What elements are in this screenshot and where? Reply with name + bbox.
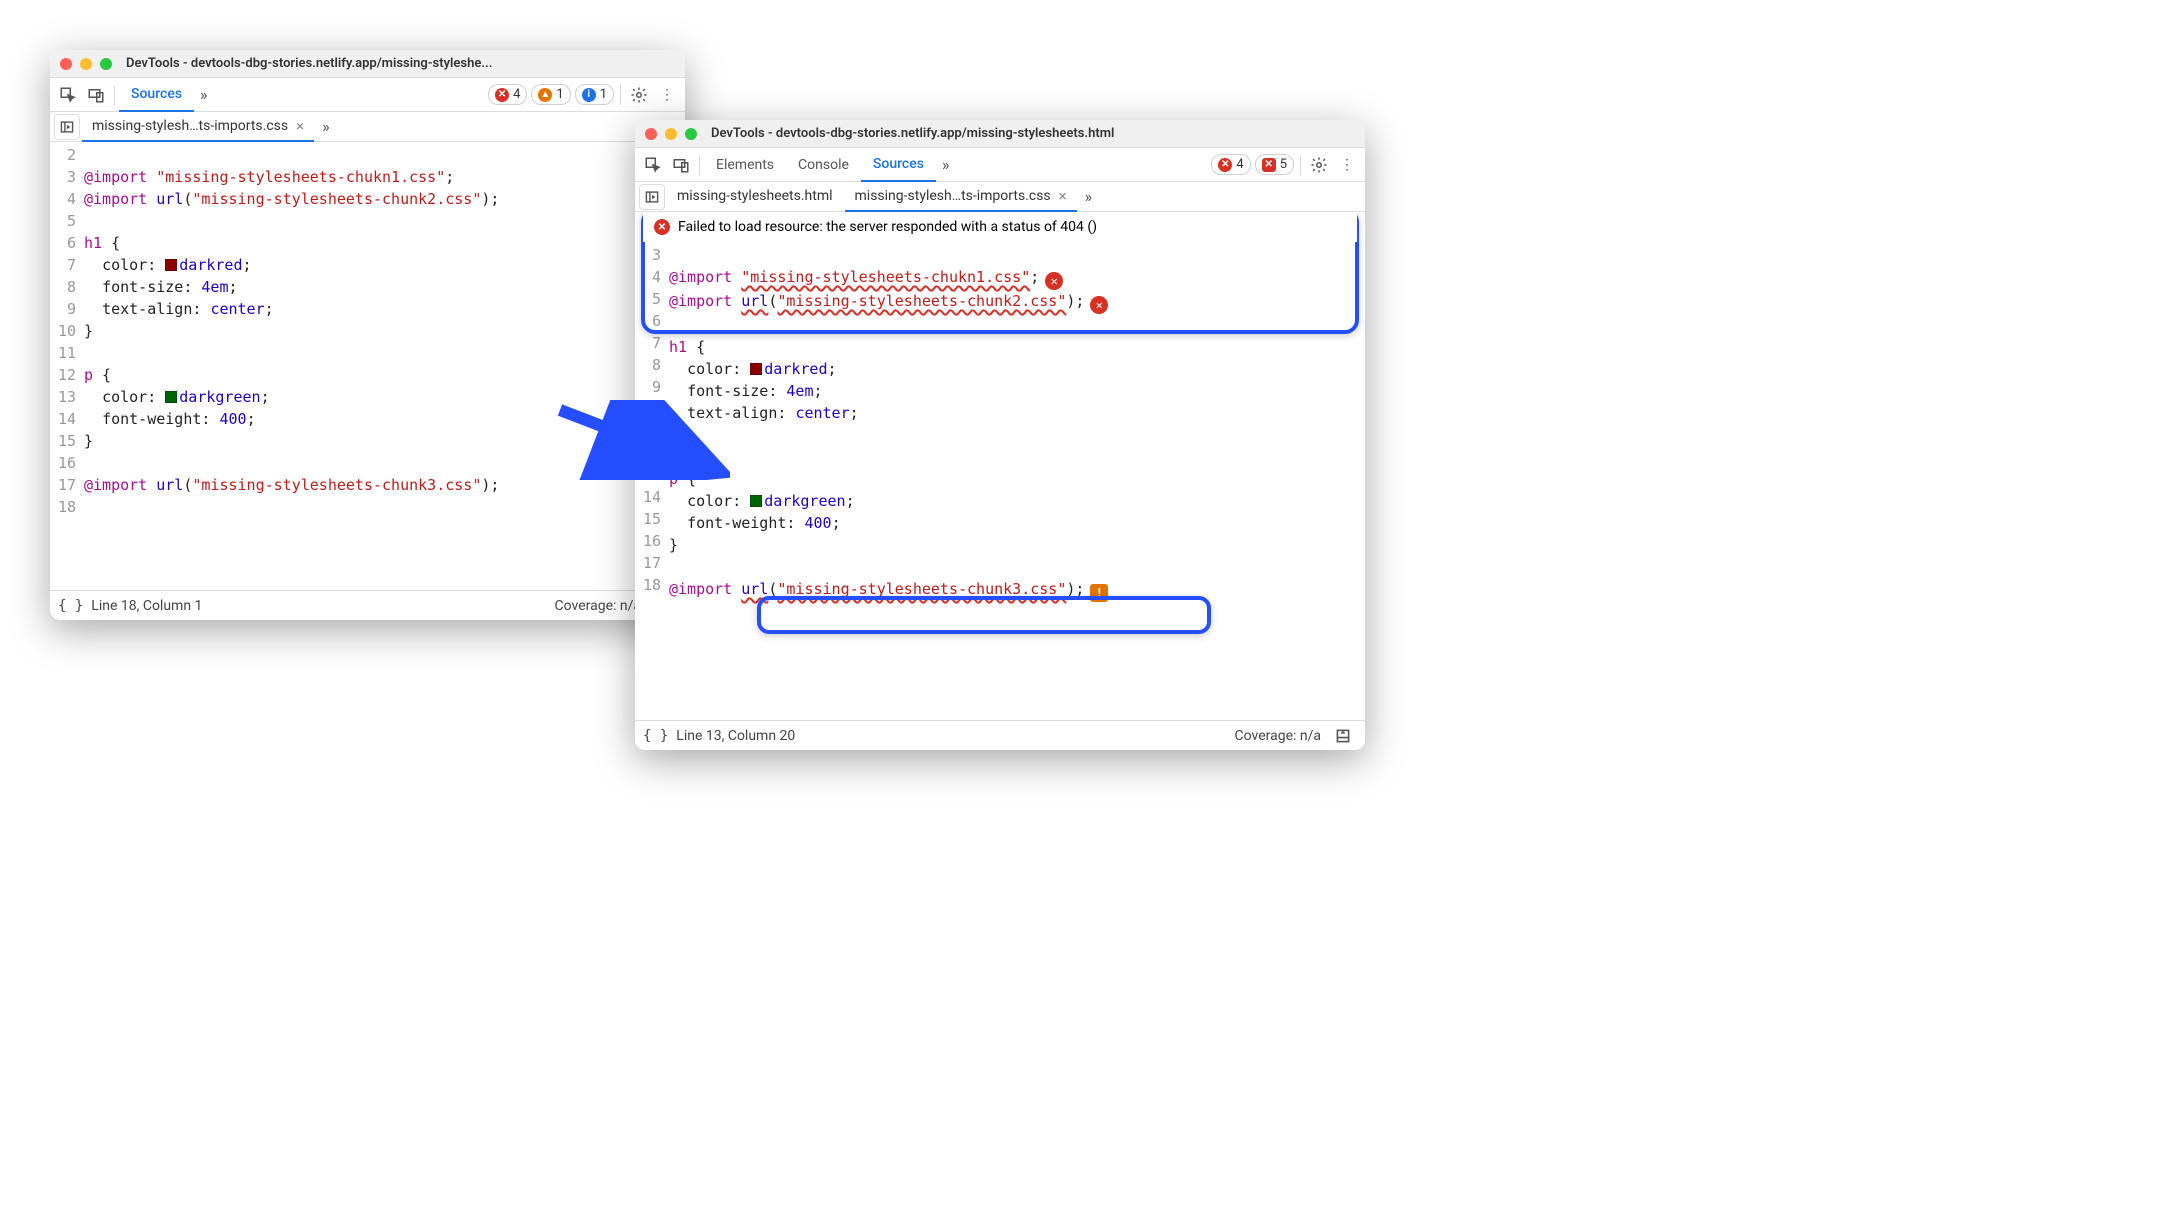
more-tabs-icon[interactable]: » — [194, 85, 214, 104]
inline-error-icon[interactable]: ✕ — [1090, 296, 1108, 314]
arrow-annotation — [550, 400, 730, 484]
device-toolbar-icon[interactable] — [82, 81, 110, 109]
error-tooltip: ✕ Failed to load resource: the server re… — [643, 212, 1357, 242]
close-tab-icon[interactable]: × — [1059, 187, 1067, 205]
drawer-toggle-icon[interactable] — [1329, 722, 1357, 750]
titlebar: DevTools - devtools-dbg-stories.netlify.… — [50, 50, 685, 78]
devtools-window-after: DevTools - devtools-dbg-stories.netlify.… — [635, 120, 1365, 750]
color-swatch-darkred[interactable] — [165, 259, 177, 271]
coverage-label: Coverage: n/a — [555, 598, 641, 614]
device-toolbar-icon[interactable] — [667, 151, 695, 179]
tab-sources[interactable]: Sources — [119, 78, 194, 112]
main-toolbar: Elements Console Sources » ✕4 ✕5 ⋮ — [635, 148, 1365, 182]
more-files-icon[interactable]: » — [316, 117, 336, 136]
inspect-icon[interactable] — [54, 81, 82, 109]
close-icon[interactable] — [60, 58, 72, 70]
file-tab[interactable]: missing-stylesh…ts-imports.css × — [82, 112, 314, 142]
color-swatch-darkgreen[interactable] — [165, 391, 177, 403]
close-icon[interactable] — [645, 128, 657, 140]
file-tabs-row: missing-stylesh…ts-imports.css × » — [50, 112, 685, 142]
tab-sources[interactable]: Sources — [861, 148, 936, 182]
file-tab-label: missing-stylesh…ts-imports.css — [855, 188, 1051, 204]
file-tab-label: missing-stylesh…ts-imports.css — [92, 118, 288, 134]
navigator-toggle-icon[interactable] — [639, 184, 665, 210]
close-tab-icon[interactable]: × — [296, 117, 304, 135]
error-counter[interactable]: ✕4 — [1211, 154, 1250, 175]
color-swatch-darkgreen[interactable] — [750, 495, 762, 507]
traffic-lights — [60, 58, 112, 70]
file-tab[interactable]: missing-stylesh…ts-imports.css × — [845, 182, 1077, 212]
inline-error-icon[interactable]: ✕ — [1045, 272, 1063, 290]
code-content[interactable]: @import "missing-stylesheets-chukn1.css"… — [669, 244, 1365, 602]
issue-icon: ✕ — [1262, 158, 1276, 172]
main-toolbar: Sources » ✕4 ▲1 i1 ⋮ — [50, 78, 685, 112]
warning-icon: ▲ — [538, 88, 552, 102]
file-tabs-row: missing-stylesheets.html missing-stylesh… — [635, 182, 1365, 212]
maximize-icon[interactable] — [685, 128, 697, 140]
warning-counter[interactable]: ▲1 — [531, 84, 570, 105]
issue-counter[interactable]: ✕5 — [1255, 154, 1294, 175]
error-counter[interactable]: ✕4 — [488, 84, 527, 105]
kebab-icon[interactable]: ⋮ — [653, 81, 681, 109]
pretty-print-icon[interactable]: { } — [58, 598, 83, 614]
code-editor[interactable]: ✕ Failed to load resource: the server re… — [635, 212, 1365, 720]
line-gutter: 2 3 4 5 6 7 8 9 10 11 12 13 14 15 16 17 … — [50, 144, 84, 518]
window-title: DevTools - devtools-dbg-stories.netlify.… — [711, 126, 1114, 141]
error-icon: ✕ — [1218, 158, 1232, 172]
gear-icon[interactable] — [1305, 151, 1333, 179]
file-tab[interactable]: missing-stylesheets.html — [667, 182, 843, 212]
tab-elements[interactable]: Elements — [704, 148, 786, 182]
info-icon: i — [582, 88, 596, 102]
minimize-icon[interactable] — [665, 128, 677, 140]
error-icon: ✕ — [654, 219, 670, 235]
status-bar: { } Line 13, Column 20 Coverage: n/a — [635, 720, 1365, 750]
inline-warning-icon[interactable]: ! — [1090, 584, 1108, 602]
navigator-toggle-icon[interactable] — [54, 114, 80, 140]
more-tabs-icon[interactable]: » — [936, 155, 956, 174]
more-files-icon[interactable]: » — [1079, 187, 1099, 206]
devtools-window-before: DevTools - devtools-dbg-stories.netlify.… — [50, 50, 685, 620]
file-tab-label: missing-stylesheets.html — [677, 188, 833, 204]
coverage-label: Coverage: n/a — [1235, 728, 1321, 744]
traffic-lights — [645, 128, 697, 140]
kebab-icon[interactable]: ⋮ — [1333, 151, 1361, 179]
error-icon: ✕ — [495, 88, 509, 102]
code-editor[interactable]: 2 3 4 5 6 7 8 9 10 11 12 13 14 15 16 17 … — [50, 142, 685, 590]
maximize-icon[interactable] — [100, 58, 112, 70]
color-swatch-darkred[interactable] — [750, 363, 762, 375]
inspect-icon[interactable] — [639, 151, 667, 179]
tab-console[interactable]: Console — [786, 148, 861, 182]
tooltip-text: Failed to load resource: the server resp… — [678, 219, 1097, 235]
pretty-print-icon[interactable]: { } — [643, 728, 668, 744]
window-title: DevTools - devtools-dbg-stories.netlify.… — [126, 56, 492, 71]
cursor-position: Line 18, Column 1 — [91, 598, 202, 614]
titlebar: DevTools - devtools-dbg-stories.netlify.… — [635, 120, 1365, 148]
status-bar: { } Line 18, Column 1 Coverage: n/a — [50, 590, 685, 620]
cursor-position: Line 13, Column 20 — [676, 728, 795, 744]
info-counter[interactable]: i1 — [575, 84, 614, 105]
minimize-icon[interactable] — [80, 58, 92, 70]
gear-icon[interactable] — [625, 81, 653, 109]
